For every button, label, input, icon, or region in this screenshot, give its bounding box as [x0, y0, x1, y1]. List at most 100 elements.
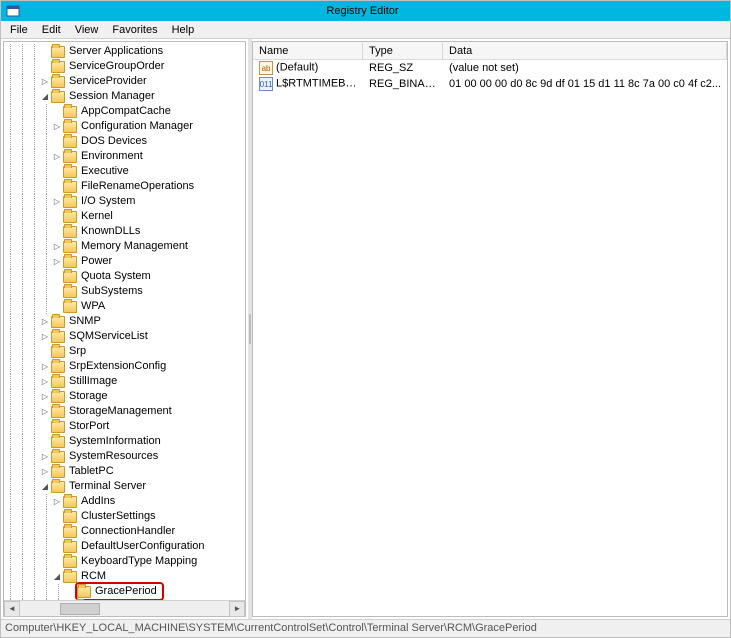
expand-icon[interactable]: ▷ — [52, 197, 62, 207]
tree-node[interactable]: StorPort — [4, 419, 206, 434]
no-expand-icon — [52, 182, 62, 192]
expand-icon[interactable]: ▷ — [40, 407, 50, 417]
folder-icon — [51, 406, 65, 418]
no-expand-icon — [52, 137, 62, 147]
tree-node[interactable]: ▷ TabletPC — [4, 464, 206, 479]
tree-node-label: AddIns — [80, 494, 116, 509]
folder-icon — [63, 106, 77, 118]
tree-node[interactable]: DefaultUserConfiguration — [4, 539, 206, 554]
no-expand-icon — [40, 62, 50, 72]
tree-node[interactable]: ConnectionHandler — [4, 524, 206, 539]
tree-node[interactable]: ▷StorageManagement — [4, 404, 206, 419]
tree-node[interactable]: ▷SystemResources — [4, 449, 206, 464]
folder-icon — [51, 316, 65, 328]
menu-file[interactable]: File — [3, 23, 35, 37]
expand-icon[interactable]: ▷ — [40, 362, 50, 372]
collapse-icon[interactable]: ◢ — [40, 92, 50, 102]
tree-node-label: Environment — [80, 149, 144, 164]
collapse-icon[interactable]: ◢ — [52, 572, 62, 582]
tree-node[interactable]: ServiceGroupOrder — [4, 59, 206, 74]
expand-icon[interactable]: ▷ — [40, 452, 50, 462]
expand-icon[interactable]: ▷ — [52, 497, 62, 507]
folder-icon — [63, 526, 77, 538]
tree-node-label: FileRenameOperations — [80, 179, 195, 194]
no-expand-icon — [52, 527, 62, 537]
tree-node[interactable]: FileRenameOperations — [4, 179, 206, 194]
menu-favorites[interactable]: Favorites — [105, 23, 164, 37]
column-name[interactable]: Name — [253, 43, 363, 59]
folder-icon — [51, 76, 65, 88]
tree-node[interactable]: ▷SrpExtensionConfig — [4, 359, 206, 374]
collapse-icon[interactable]: ◢ — [40, 482, 50, 492]
expand-icon[interactable]: ▷ — [52, 257, 62, 267]
tree-horizontal-scrollbar[interactable]: ◄ ► — [4, 600, 245, 616]
scroll-left-arrow-icon[interactable]: ◄ — [4, 601, 20, 617]
tree-node[interactable]: Executive — [4, 164, 206, 179]
values-list: ab(Default)REG_SZ(value not set)011L$RTM… — [253, 60, 727, 92]
tree-node[interactable]: ▷ServiceProvider — [4, 74, 206, 89]
tree-node[interactable]: ▷Storage — [4, 389, 206, 404]
expand-icon[interactable]: ▷ — [52, 242, 62, 252]
tree-node[interactable]: KeyboardType Mapping — [4, 554, 206, 569]
tree-node[interactable]: ▷ Environment — [4, 149, 206, 164]
tree-node[interactable]: Server Applications — [4, 44, 206, 59]
tree-node[interactable]: ▷Memory Management — [4, 239, 206, 254]
menu-help[interactable]: Help — [165, 23, 202, 37]
expand-icon[interactable]: ▷ — [52, 152, 62, 162]
expand-icon[interactable]: ▷ — [52, 122, 62, 132]
expand-icon[interactable]: ▷ — [40, 377, 50, 387]
tree-node[interactable]: SubSystems — [4, 284, 206, 299]
no-expand-icon — [40, 437, 50, 447]
tree-node[interactable]: ▷Power — [4, 254, 206, 269]
expand-icon[interactable]: ▷ — [40, 317, 50, 327]
scroll-track[interactable] — [20, 602, 229, 616]
folder-icon — [63, 286, 77, 298]
expand-icon[interactable]: ▷ — [40, 332, 50, 342]
tree-node[interactable]: SystemInformation — [4, 434, 206, 449]
tree-node[interactable]: ▷ AddIns — [4, 494, 206, 509]
tree-node-label: DefaultUserConfiguration — [80, 539, 206, 554]
tree-node[interactable]: WPA — [4, 299, 206, 314]
column-data[interactable]: Data — [443, 43, 727, 59]
expand-icon[interactable]: ▷ — [40, 467, 50, 477]
folder-icon — [51, 466, 65, 478]
tree-node[interactable]: ▷I/O System — [4, 194, 206, 209]
tree-node[interactable]: ▷SQMServiceList — [4, 329, 206, 344]
column-type[interactable]: Type — [363, 43, 443, 59]
tree-node[interactable]: ◢Session Manager — [4, 89, 206, 104]
selected-highlight: GracePeriod — [75, 582, 164, 600]
tree-node[interactable]: DOS Devices — [4, 134, 206, 149]
tree-node[interactable]: ▷StillImage — [4, 374, 206, 389]
menu-edit[interactable]: Edit — [35, 23, 68, 37]
folder-icon — [63, 511, 77, 523]
tree-scroll[interactable]: Server ApplicationsServiceGroupOrder▷Ser… — [4, 42, 245, 600]
tree-node[interactable]: Licensing Core — [4, 599, 206, 600]
tree-node[interactable]: ▷SNMP — [4, 314, 206, 329]
tree-node-label: AppCompatCache — [80, 104, 172, 119]
scroll-thumb[interactable] — [60, 603, 100, 615]
tree-node[interactable]: GracePeriod — [4, 584, 206, 599]
expand-icon[interactable]: ▷ — [40, 392, 50, 402]
tree-node[interactable]: AppCompatCache — [4, 104, 206, 119]
tree-node-label: TabletPC — [68, 464, 115, 479]
expand-icon[interactable]: ▷ — [40, 77, 50, 87]
tree-node[interactable]: Kernel — [4, 209, 206, 224]
folder-icon — [63, 211, 77, 223]
no-expand-icon — [40, 347, 50, 357]
tree-node[interactable]: ▷Configuration Manager — [4, 119, 206, 134]
tree-node[interactable]: Quota System — [4, 269, 206, 284]
value-row[interactable]: ab(Default)REG_SZ(value not set) — [253, 60, 727, 76]
folder-icon — [63, 166, 77, 178]
value-row[interactable]: 011L$RTMTIMEBOMB_132...REG_BINARY01 00 0… — [253, 76, 727, 92]
tree-node[interactable]: KnownDLLs — [4, 224, 206, 239]
tree-node[interactable]: ◢Terminal Server — [4, 479, 206, 494]
tree-node[interactable]: ClusterSettings — [4, 509, 206, 524]
no-expand-icon — [52, 512, 62, 522]
value-type-cell: REG_SZ — [363, 61, 443, 75]
menu-view[interactable]: View — [68, 23, 106, 37]
tree-node[interactable]: Srp — [4, 344, 206, 359]
tree-node-label: Executive — [80, 164, 130, 179]
values-header: Name Type Data — [253, 42, 727, 60]
scroll-right-arrow-icon[interactable]: ► — [229, 601, 245, 617]
binary-value-icon: 011 — [259, 77, 273, 91]
